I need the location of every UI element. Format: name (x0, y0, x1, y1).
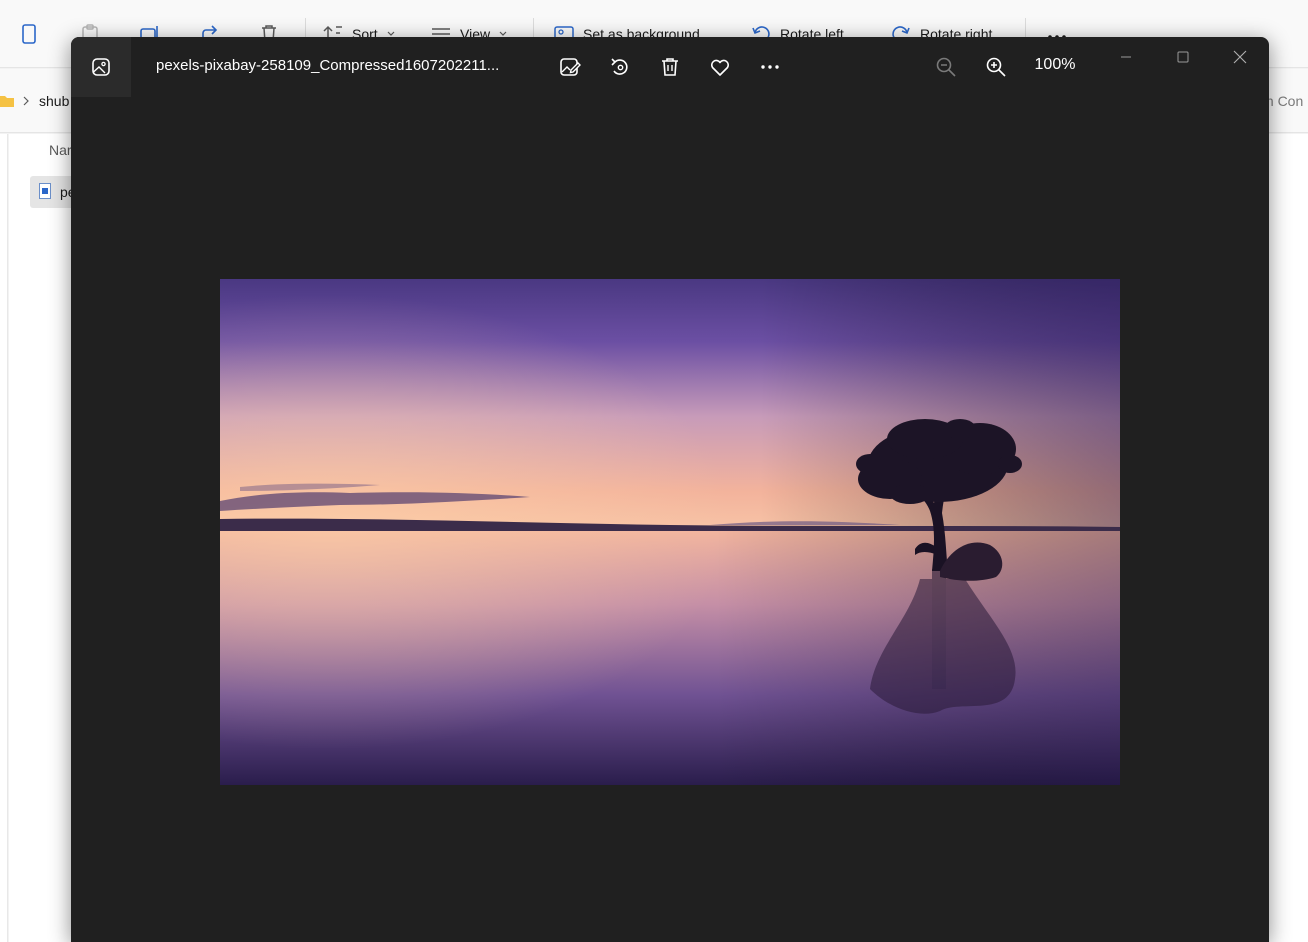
favorite-heart-icon (710, 59, 730, 76)
rotate-button[interactable] (604, 52, 636, 82)
minimize-button[interactable] (1103, 41, 1149, 73)
zoom-out-icon (936, 57, 956, 77)
delete-icon (662, 58, 678, 76)
photos-app-icon (92, 58, 110, 76)
more-options-button[interactable] (754, 52, 786, 82)
displayed-photo[interactable] (220, 279, 1120, 785)
minimize-icon (1121, 56, 1131, 58)
file-name-title: pexels-pixabay-258109_Compressed16072022… (156, 57, 500, 74)
zoom-out-button[interactable] (930, 52, 962, 82)
copy-icon (22, 24, 36, 44)
zoom-level[interactable]: 100% (1023, 56, 1087, 74)
more-options-icon (761, 65, 779, 69)
navigation-pane (0, 134, 8, 942)
favorite-button[interactable] (704, 52, 736, 82)
maximize-button[interactable] (1160, 41, 1206, 73)
sunset-lake-tree-image (220, 279, 1120, 785)
column-header-name[interactable]: Nar (49, 142, 72, 158)
breadcrumb-folder[interactable]: shub (39, 93, 69, 109)
edit-image-icon (560, 58, 581, 76)
maximize-icon (1177, 51, 1189, 63)
photos-app-button[interactable] (71, 37, 131, 97)
viewer-title-bar: pexels-pixabay-258109_Compressed16072022… (71, 37, 1269, 97)
new-item-button[interactable] (20, 22, 38, 46)
photos-viewer-window: pexels-pixabay-258109_Compressed16072022… (71, 37, 1269, 942)
chevron-right-icon (23, 96, 29, 106)
rotate-icon (611, 58, 628, 75)
folder-icon (0, 96, 14, 107)
close-button[interactable] (1217, 41, 1263, 73)
image-file-icon (39, 183, 51, 199)
delete-button[interactable] (654, 52, 686, 82)
edit-image-button[interactable] (554, 52, 586, 82)
zoom-in-icon (986, 57, 1006, 77)
zoom-in-button[interactable] (980, 52, 1012, 82)
close-icon (1233, 50, 1247, 64)
